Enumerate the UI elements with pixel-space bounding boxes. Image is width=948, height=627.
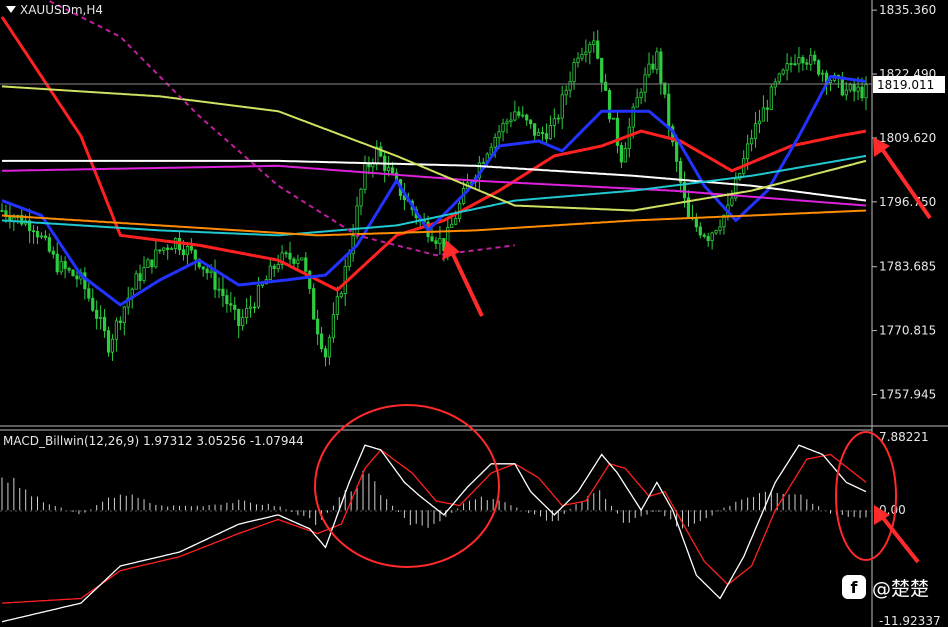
- price-tick-label: 1796.750: [879, 195, 936, 209]
- price-chart: 1835.3601822.4901809.6201796.7501783.685…: [0, 0, 948, 627]
- macd-tick-label: -11.92337: [879, 614, 941, 627]
- macd-tick-label: 7.88221: [879, 430, 929, 444]
- candle: [769, 83, 773, 111]
- candle: [817, 59, 821, 77]
- price-tick-label: 1770.815: [879, 324, 936, 338]
- candle: [312, 283, 316, 320]
- price-tick-label: 1835.360: [879, 3, 936, 17]
- current-price-label: 1819.011: [877, 78, 934, 92]
- candle: [611, 117, 616, 120]
- candle: [300, 257, 304, 261]
- symbol-label: XAUUSDm,H4: [20, 3, 103, 17]
- price-tick-label: 1783.685: [879, 260, 936, 274]
- price-tick-label: 1757.945: [879, 387, 936, 401]
- price-tick-label: 1809.620: [879, 131, 936, 145]
- candle: [71, 268, 75, 277]
- watermark-text: @楚楚: [872, 577, 930, 600]
- app-logo-icon: f: [842, 575, 866, 599]
- macd-label: MACD_Billwin(12,26,9) 1.97312 3.05256 -1…: [3, 434, 304, 448]
- symbol-title: XAUUSDm,H4: [6, 3, 103, 17]
- watermark: f @楚楚: [842, 572, 929, 602]
- candle: [106, 326, 111, 357]
- chart-background: [0, 0, 948, 627]
- candle: [607, 88, 612, 123]
- current-price-tag: 1819.011: [873, 76, 945, 93]
